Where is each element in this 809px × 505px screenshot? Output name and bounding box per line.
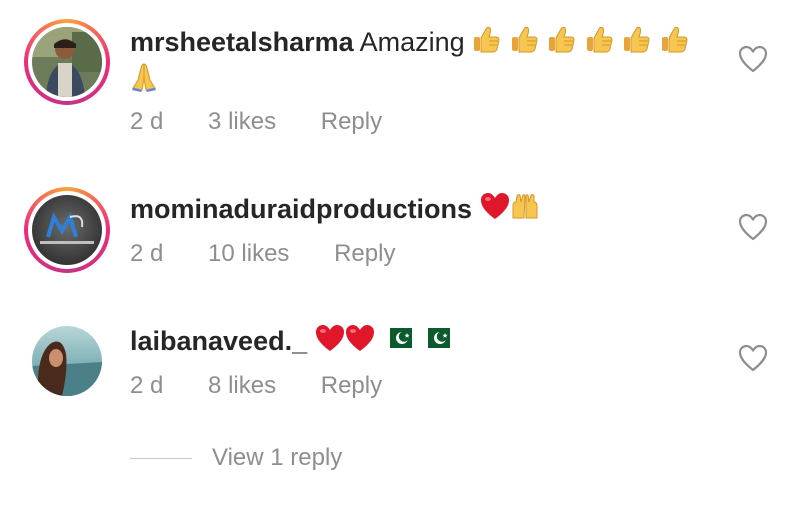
view-replies-button[interactable]: View 1 reply <box>130 438 342 478</box>
username[interactable]: mrsheetalsharma <box>130 27 354 57</box>
reply-button[interactable]: Reply <box>321 108 382 136</box>
likes-count[interactable]: 8 likes <box>208 372 276 400</box>
username[interactable]: mominaduraidproductions <box>130 194 472 224</box>
thumbs-up-icon <box>510 25 540 63</box>
pakistan-flag-icon <box>382 324 413 362</box>
view-replies-label: View 1 reply <box>212 444 343 471</box>
thumbs-up-icon <box>472 25 502 63</box>
avatar[interactable] <box>24 187 110 273</box>
folded-hands-icon <box>130 62 160 100</box>
like-heart-icon[interactable] <box>738 213 768 241</box>
comment-body: Amazing <box>359 27 465 58</box>
red-heart-icon <box>480 192 510 230</box>
thumbs-up-icon <box>660 25 690 63</box>
likes-count[interactable]: 3 likes <box>208 108 276 136</box>
comment-text: mrsheetalsharma Amazing <box>130 25 690 63</box>
red-heart-icon <box>315 324 345 362</box>
comment-meta: 2 d 10 likes Reply <box>130 240 395 268</box>
comment-meta: 2 d 8 likes Reply <box>130 372 382 400</box>
comment-meta: 2 d 3 likes Reply <box>130 108 382 136</box>
avatar[interactable] <box>32 326 102 396</box>
comment-text: mominaduraidproductions <box>130 192 540 230</box>
comment-text: laibanaveed._ <box>130 324 450 362</box>
avatar[interactable] <box>24 19 110 105</box>
thumbs-up-icon <box>547 25 577 63</box>
timestamp: 2 d <box>130 240 164 267</box>
like-heart-icon[interactable] <box>738 45 768 73</box>
reply-button[interactable]: Reply <box>334 240 395 268</box>
divider-line <box>130 457 192 459</box>
reply-button[interactable]: Reply <box>321 372 382 400</box>
timestamp: 2 d <box>130 108 164 135</box>
red-heart-icon <box>345 324 375 362</box>
pakistan-flag-icon <box>419 324 450 362</box>
like-heart-icon[interactable] <box>738 344 768 372</box>
timestamp: 2 d <box>130 372 164 399</box>
thumbs-up-icon <box>585 25 615 63</box>
raising-hands-icon <box>510 192 540 230</box>
thumbs-up-icon <box>622 25 652 63</box>
likes-count[interactable]: 10 likes <box>208 240 289 268</box>
username[interactable]: laibanaveed._ <box>130 326 307 356</box>
